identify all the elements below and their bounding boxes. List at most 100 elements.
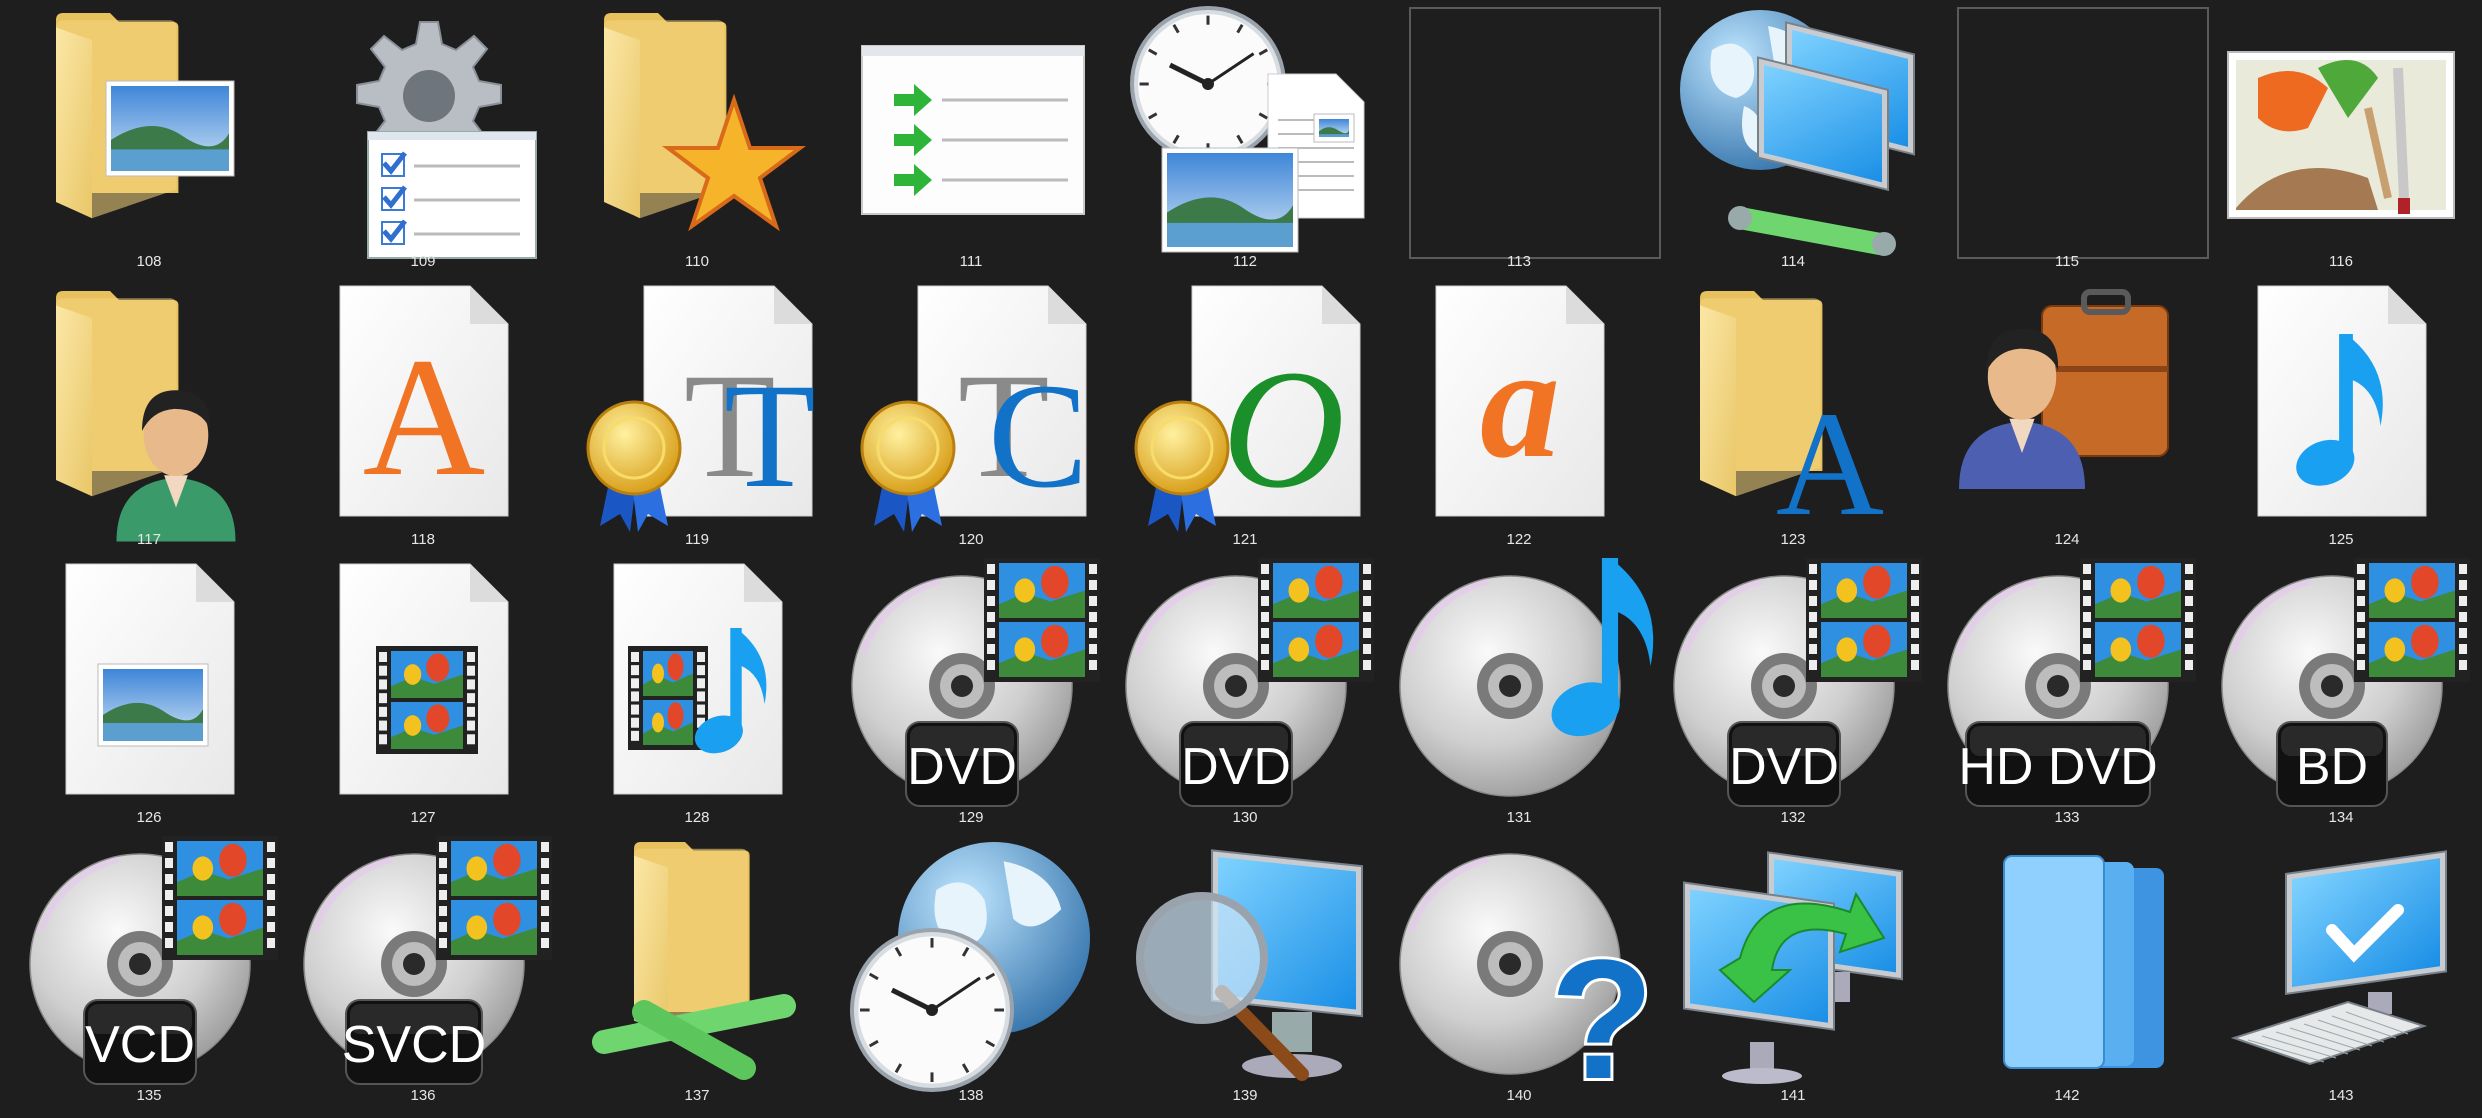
icon-number-label: 111: [959, 253, 983, 270]
icon-number-label: 115: [2055, 253, 2079, 270]
icon-cell-118[interactable]: A 118: [286, 278, 560, 556]
icon-cell-113[interactable]: 113: [1382, 0, 1661, 278]
dvd-video-disc-icon: DVD: [1125, 558, 1374, 807]
icon-cell-132[interactable]: DVD 132: [1656, 556, 1930, 834]
icon-number-label: 129: [958, 809, 984, 826]
truetype-font-certified-icon: TT: [586, 285, 816, 532]
svg-text:BD: BD: [2296, 738, 2368, 796]
globe-clock-icon: [850, 842, 1090, 1092]
icon-cell-111[interactable]: 111: [834, 0, 1108, 278]
icon-number-label: 134: [2328, 809, 2354, 826]
svg-text:a: a: [1480, 313, 1560, 491]
folder-user-icon: [56, 291, 236, 542]
svg-text:DVD: DVD: [1181, 738, 1291, 796]
icon-number-label: 141: [1780, 1087, 1806, 1104]
icon-cell-136[interactable]: SVCD 136: [286, 834, 560, 1112]
icon-number-label: 130: [1232, 809, 1258, 826]
icon-number-label: 120: [958, 531, 984, 548]
icon-cell-126[interactable]: 126: [12, 556, 286, 834]
icon-cell-133[interactable]: HD DVD 133: [1930, 556, 2204, 834]
icon-number-label: 118: [411, 531, 435, 548]
svg-text:DVD: DVD: [907, 738, 1017, 796]
video-music-file-icon: [613, 563, 783, 795]
icon-cell-130[interactable]: DVD 130: [1108, 556, 1382, 834]
blank-frame-icon: [1957, 7, 2209, 259]
icon-cell-134[interactable]: BD 134: [2204, 556, 2478, 834]
icon-cell-119[interactable]: TT 119: [560, 278, 834, 556]
svcd-disc-icon: SVCD: [303, 836, 552, 1085]
icon-number-label: 143: [2328, 1087, 2354, 1104]
folder-network-icon: [592, 842, 796, 1080]
icon-number-label: 109: [410, 253, 436, 270]
icon-number-label: 138: [958, 1087, 984, 1104]
icon-number-label: 119: [685, 531, 709, 548]
icon-cell-138[interactable]: 138: [834, 834, 1108, 1112]
icon-cell-131[interactable]: 131: [1382, 556, 1656, 834]
icon-cell-128[interactable]: 128: [560, 556, 834, 834]
icon-number-label: 132: [1780, 809, 1806, 826]
icon-number-label: 112: [1233, 253, 1257, 270]
vcd-disc-icon: VCD: [29, 836, 278, 1085]
icon-number-label: 131: [1506, 809, 1532, 826]
folder-favorites-icon: [604, 13, 806, 232]
computer-checkmark-icon: [2230, 850, 2447, 1066]
icon-cell-142[interactable]: 142: [1930, 834, 2204, 1112]
icon-cell-122[interactable]: a 122: [1382, 278, 1656, 556]
icon-cell-115[interactable]: 115: [1930, 0, 2209, 278]
icon-cell-109[interactable]: 109: [286, 0, 560, 278]
icon-cell-129[interactable]: DVD 129: [834, 556, 1108, 834]
clock-documents-picture-icon: [1130, 6, 1365, 253]
icon-cell-137[interactable]: 137: [560, 834, 834, 1112]
icon-number-label: 124: [2054, 531, 2080, 548]
icon-cell-114[interactable]: 114: [1656, 0, 1930, 278]
icon-number-label: 108: [136, 253, 162, 270]
icon-cell-140[interactable]: ? 140: [1382, 834, 1657, 1118]
icon-cell-112[interactable]: 112: [1108, 0, 1382, 278]
svg-text:DVD: DVD: [1729, 738, 1839, 796]
icon-cell-125[interactable]: 125: [2204, 278, 2478, 556]
svg-text:HD DVD: HD DVD: [1958, 738, 2157, 796]
icon-number-label: 122: [1506, 531, 1532, 548]
raster-font-file-icon: a: [1435, 285, 1605, 517]
svg-text:O: O: [1222, 335, 1345, 523]
icon-cell-127[interactable]: 127: [286, 556, 560, 834]
icon-cell-108[interactable]: 108: [12, 0, 286, 278]
icon-cell-116[interactable]: 116: [2204, 0, 2478, 278]
globe-network-computers-icon: [1680, 10, 1915, 256]
picture-file-icon: [65, 563, 235, 795]
icon-number-label: 126: [136, 809, 162, 826]
icon-number-label: 137: [684, 1087, 710, 1104]
audio-disc-icon: [1399, 558, 1654, 797]
computers-sync-arrow-icon: [1683, 851, 1903, 1084]
svg-text:C: C: [988, 353, 1088, 519]
svg-text:SVCD: SVCD: [342, 1016, 486, 1074]
icon-number-label: 139: [1232, 1087, 1258, 1104]
icon-number-label: 135: [136, 1087, 162, 1104]
icon-cell-143[interactable]: 143: [2204, 834, 2478, 1112]
icon-cell-121[interactable]: O 121: [1108, 278, 1382, 556]
paint-palette-brushes-icon: [2227, 51, 2455, 219]
unknown-disc-icon: ?: [1399, 853, 1657, 1118]
svg-text:T: T: [724, 353, 816, 519]
icon-cell-124[interactable]: 124: [1930, 278, 2204, 556]
dvd-video-disc-icon: DVD: [851, 558, 1100, 807]
icon-cell-117[interactable]: 117: [12, 278, 286, 556]
blank-frame-icon: [1409, 7, 1661, 259]
icon-cell-120[interactable]: TC 120: [834, 278, 1108, 556]
truetype-collection-certified-icon: TC: [860, 285, 1088, 532]
icon-number-label: 117: [137, 531, 161, 548]
svg-text:VCD: VCD: [85, 1016, 195, 1074]
icon-cell-141[interactable]: 141: [1656, 834, 1930, 1112]
icon-cell-135[interactable]: VCD 135: [12, 834, 286, 1112]
icon-grid: 108 109 110 111 112 113 114 115 116 117 …: [0, 0, 2482, 1118]
icon-cell-139[interactable]: 139: [1108, 834, 1382, 1112]
folder-pictures-icon: [56, 13, 235, 219]
monitor-magnifier-icon: [1136, 849, 1363, 1081]
svg-text:A: A: [1776, 381, 1884, 547]
icon-cell-110[interactable]: 110: [560, 0, 834, 278]
icon-number-label: 123: [1780, 531, 1806, 548]
icon-cell-123[interactable]: A 123: [1656, 278, 1930, 556]
svg-text:A: A: [363, 323, 486, 511]
opentype-font-certified-icon: O: [1134, 285, 1361, 532]
icon-number-label: 142: [2054, 1087, 2080, 1104]
